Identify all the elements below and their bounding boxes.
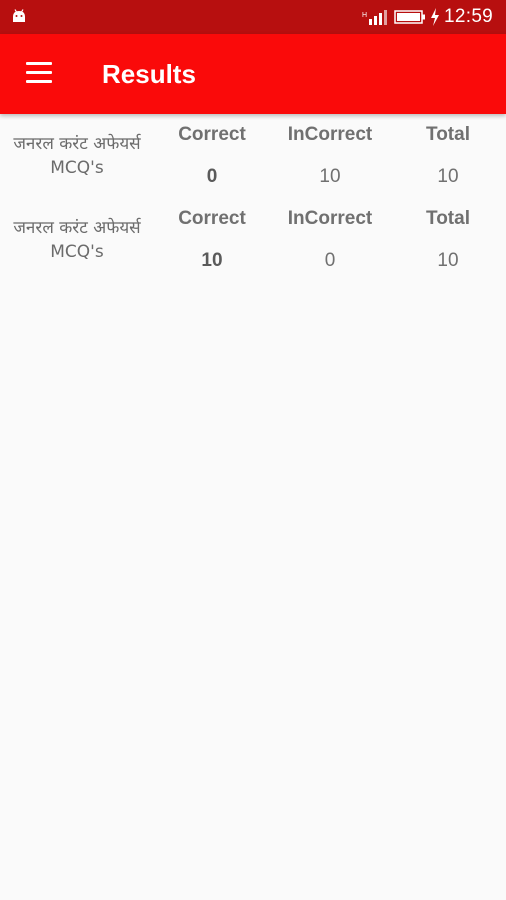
correct-header: Correct [178,124,246,145]
incorrect-value: 10 [319,166,341,187]
correct-value: 0 [206,166,218,187]
signal-icon: H [362,10,387,25]
status-time: 12:59 [444,6,494,27]
battery-icon [394,10,425,24]
hamburger-menu-icon[interactable] [26,62,54,84]
app-bar: Results [0,34,506,114]
total-value: 10 [437,250,459,271]
incorrect-header: InCorrect [287,208,373,229]
svg-text:H: H [362,12,367,19]
incorrect-header: InCorrect [287,124,373,145]
charging-bolt-icon [431,8,439,26]
page-title: Results [102,59,196,89]
total-value: 10 [437,166,459,187]
quiz-name: जनरल करंट अफेयर्स MCQ's [13,218,141,262]
status-bar: H 12:59 [0,0,506,34]
correct-value: 10 [201,250,223,271]
results-list: जनरल करंट अफेयर्स MCQ's Correct InCorrec… [0,114,506,282]
total-header: Total [426,124,470,145]
android-icon [13,9,25,22]
result-row: जनरल करंट अफेयर्स MCQ's Correct InCorrec… [0,198,506,282]
quiz-name: जनरल करंट अफेयर्स MCQ's [13,134,141,178]
correct-header: Correct [178,208,246,229]
total-header: Total [426,208,470,229]
result-row: जनरल करंट अफेयर्स MCQ's Correct InCorrec… [0,114,506,198]
incorrect-value: 0 [324,250,336,271]
